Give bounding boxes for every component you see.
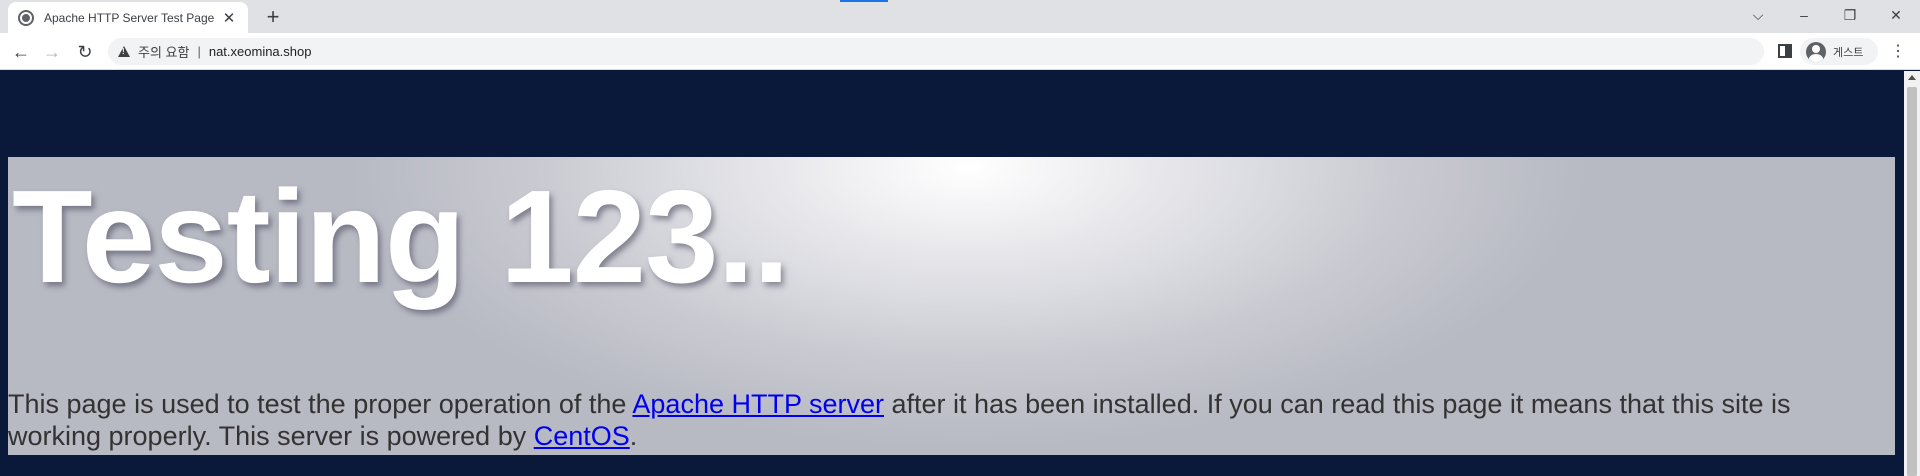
jumbotron: Testing 123.. This page is used to test … [8,157,1895,455]
reload-button[interactable]: ↻ [73,40,97,64]
profile-label: 게스트 [1833,46,1864,59]
page-title: Testing 123.. [12,163,790,310]
back-button[interactable]: ← [9,40,33,64]
scroll-up-arrow-icon[interactable] [1908,75,1916,80]
browser-menu-button[interactable]: ⋮ [1888,40,1908,64]
centos-link[interactable]: CentOS [534,421,630,451]
restore-button[interactable]: ❐ [1830,4,1870,26]
vertical-scrollbar[interactable] [1904,71,1920,476]
apache-link[interactable]: Apache HTTP server [632,389,884,419]
lead-text: This page is used to test the proper ope… [8,389,633,419]
profile-button[interactable]: 게스트 [1800,38,1878,65]
globe-icon [18,9,34,26]
browser-tab[interactable]: Apache HTTP Server Test Page powered by … [8,2,248,33]
lead-paragraph: This page is used to test the proper ope… [8,388,1888,452]
browser-titlebar: Apache HTTP Server Test Page powered by … [0,0,1920,33]
forward-button[interactable]: → [40,40,64,64]
url-text[interactable]: nat.xeomina.shop [209,44,312,59]
browser-toolbar: ← → ↻ 주의 요함 | nat.xeomina.shop 게스트 ⋮ [0,33,1920,70]
address-separator: | [197,44,201,59]
new-tab-button[interactable]: + [260,5,286,31]
scroll-thumb[interactable] [1907,87,1917,476]
tab-strip-accent [840,0,888,2]
close-window-button[interactable]: ✕ [1876,4,1916,26]
minimize-button[interactable]: – [1784,4,1824,26]
tab-search-icon[interactable]: ⌵ [1738,4,1778,26]
address-bar[interactable]: 주의 요함 | nat.xeomina.shop [108,38,1764,65]
avatar-icon [1806,41,1826,62]
lead-text: . [629,421,638,451]
warning-icon[interactable] [118,46,130,57]
page-viewport: Testing 123.. This page is used to test … [0,71,1904,476]
side-panel-icon[interactable] [1778,44,1792,58]
tab-title: Apache HTTP Server Test Page powered by … [44,10,214,25]
security-status[interactable]: 주의 요함 [138,42,189,61]
close-tab-icon[interactable]: ✕ [220,9,238,27]
